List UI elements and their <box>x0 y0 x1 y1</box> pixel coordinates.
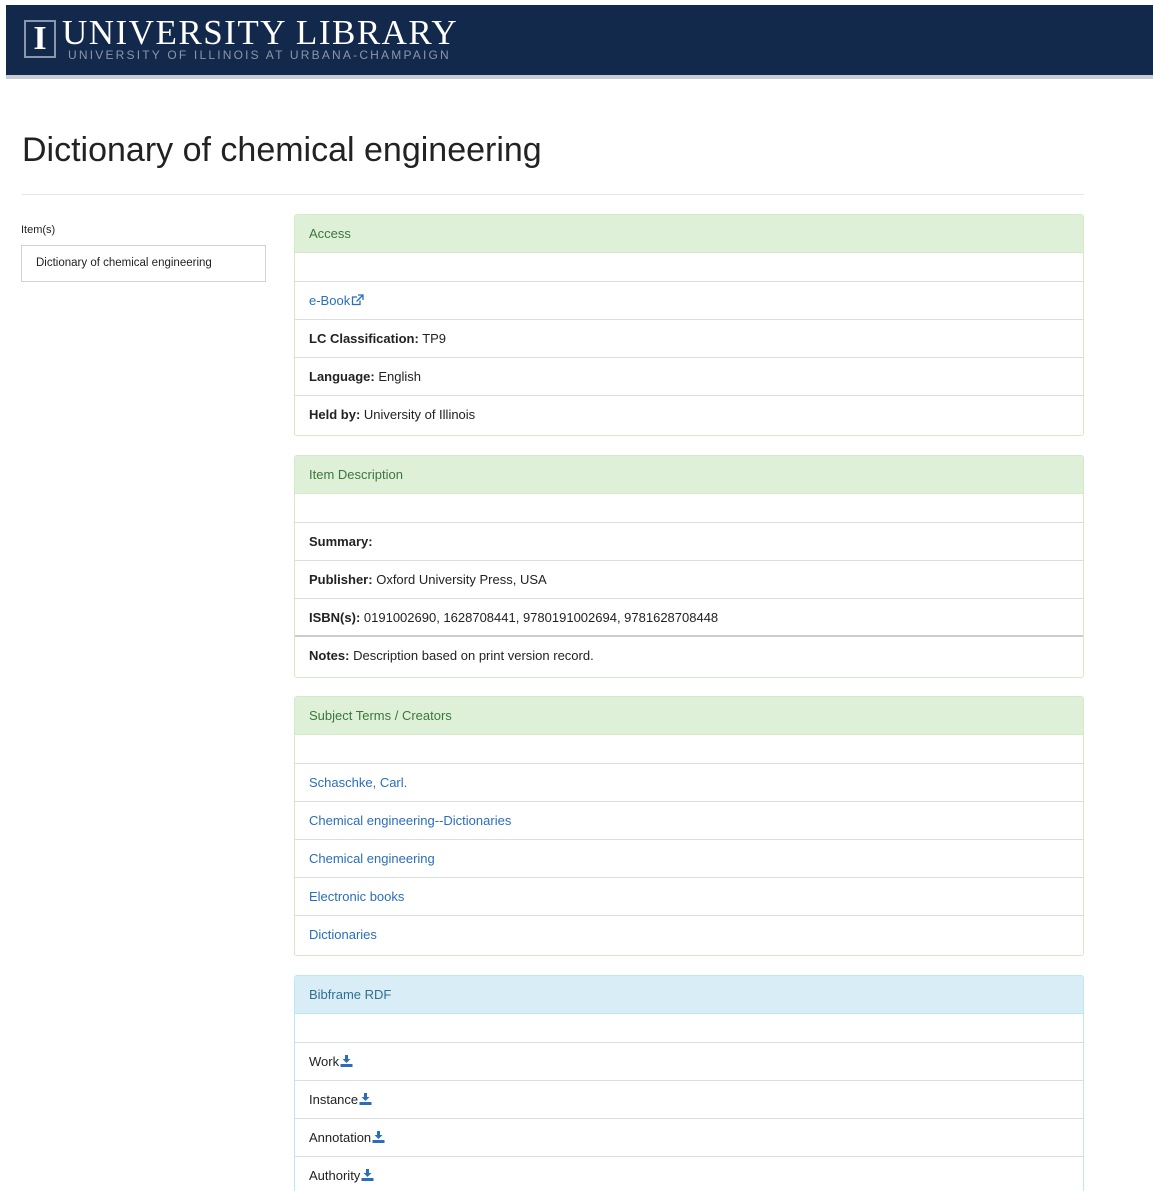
download-icon[interactable] <box>372 1131 385 1143</box>
subject-row: Dictionaries <box>295 916 1083 954</box>
sidebar-item[interactable]: Dictionary of chemical engineering <box>21 245 266 282</box>
subject-link-chemical-engineering-dictionaries[interactable]: Chemical engineering--Dictionaries <box>309 813 511 828</box>
ebook-label: e-Book <box>309 293 351 308</box>
rdf-row-work: Work <box>295 1043 1083 1081</box>
item-description-heading: Item Description <box>295 456 1083 494</box>
bibframe-rdf-heading: Bibframe RDF <box>295 976 1083 1014</box>
panel-spacer <box>295 253 1083 282</box>
subject-link-electronic-books[interactable]: Electronic books <box>309 889 404 904</box>
notes-row: Notes: Description based on print versio… <box>295 637 1083 675</box>
language-value: English <box>378 369 421 384</box>
lc-value: TP9 <box>422 331 447 346</box>
access-panel: Access e-Book LC Classification: TP9 Lan… <box>294 214 1084 436</box>
language-row: Language: English <box>295 358 1083 396</box>
subject-row: Schaschke, Carl. <box>295 764 1083 802</box>
rdf-work-label: Work <box>309 1054 340 1069</box>
subject-row: Electronic books <box>295 878 1083 916</box>
download-icon[interactable] <box>359 1093 372 1105</box>
rdf-authority-label: Authority <box>309 1168 361 1183</box>
lc-classification-row: LC Classification: TP9 <box>295 320 1083 358</box>
rdf-row-annotation: Annotation <box>295 1119 1083 1157</box>
illinois-logo[interactable]: I <box>24 20 56 58</box>
subject-link-chemical-engineering[interactable]: Chemical engineering <box>309 851 435 866</box>
item-description-panel: Item Description Summary: Publisher: Oxf… <box>294 455 1084 678</box>
rdf-annotation-label: Annotation <box>309 1130 372 1145</box>
isbn-row: ISBN(s): 0191002690, 1628708441, 9780191… <box>295 599 1083 637</box>
rdf-row-authority: Authority <box>295 1157 1083 1191</box>
lc-label: LC Classification: <box>309 331 419 346</box>
subject-link-schaschke[interactable]: Schaschke, Carl. <box>309 775 407 790</box>
rdf-row-instance: Instance <box>295 1081 1083 1119</box>
bibframe-rdf-panel: Bibframe RDF Work Instance Annotation Au… <box>294 975 1084 1191</box>
isbn-value: 0191002690, 1628708441, 9780191002694, 9… <box>363 610 719 625</box>
panel-spacer <box>295 494 1083 523</box>
library-subtitle: UNIVERSITY OF ILLINOIS AT URBANA-CHAMPAI… <box>68 48 451 62</box>
publisher-row: Publisher: Oxford University Press, USA <box>295 561 1083 599</box>
access-heading: Access <box>295 215 1083 253</box>
notes-label: Notes: <box>309 648 350 663</box>
ebook-link[interactable]: e-Book <box>309 293 364 308</box>
external-link-icon <box>352 294 364 306</box>
library-title[interactable]: UNIVERSITY LIBRARY <box>62 15 458 51</box>
ebook-row: e-Book <box>295 282 1083 320</box>
site-header: I UNIVERSITY LIBRARY UNIVERSITY OF ILLIN… <box>6 5 1153 79</box>
download-icon[interactable] <box>340 1055 353 1067</box>
isbn-label: ISBN(s): <box>309 610 361 625</box>
notes-value: Description based on print version recor… <box>353 648 594 663</box>
held-by-value: University of Illinois <box>363 407 476 422</box>
logo-letter: I <box>33 20 47 57</box>
held-by-label: Held by: <box>309 407 361 422</box>
subject-row: Chemical engineering--Dictionaries <box>295 802 1083 840</box>
subject-link-dictionaries[interactable]: Dictionaries <box>309 927 377 942</box>
page: I UNIVERSITY LIBRARY UNIVERSITY OF ILLIN… <box>0 0 1153 1191</box>
held-by-row: Held by: University of Illinois <box>295 396 1083 434</box>
publisher-label: Publisher: <box>309 572 373 587</box>
page-title: Dictionary of chemical engineering <box>22 131 542 169</box>
subject-terms-heading: Subject Terms / Creators <box>295 697 1083 735</box>
rdf-instance-label: Instance <box>309 1092 359 1107</box>
title-divider <box>22 194 1084 195</box>
publisher-value: Oxford University Press, USA <box>376 572 547 587</box>
summary-row: Summary: <box>295 523 1083 561</box>
subject-terms-panel: Subject Terms / Creators Schaschke, Carl… <box>294 696 1084 956</box>
panel-spacer <box>295 1014 1083 1043</box>
summary-label: Summary: <box>309 534 373 549</box>
language-label: Language: <box>309 369 375 384</box>
subject-row: Chemical engineering <box>295 840 1083 878</box>
download-icon[interactable] <box>361 1169 374 1181</box>
panel-spacer <box>295 735 1083 764</box>
items-label: Item(s) <box>21 224 56 236</box>
